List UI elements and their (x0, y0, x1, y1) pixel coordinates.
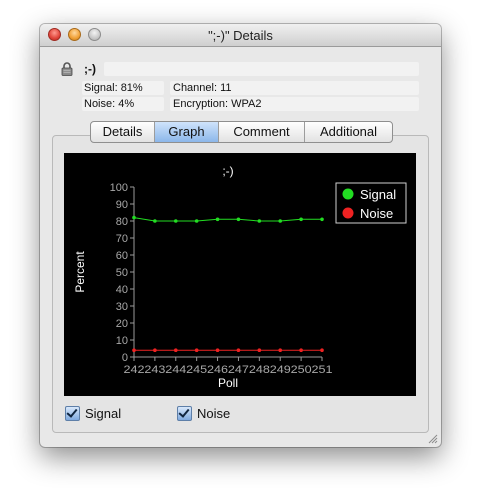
y-tick-label: 50 (116, 267, 128, 279)
y-tick-label: 20 (116, 318, 128, 330)
noise-data-point (299, 348, 303, 352)
noise-data-point (320, 348, 324, 352)
signal-checkbox[interactable]: Signal (65, 406, 121, 421)
noise-data-point (173, 348, 178, 352)
x-tick-label: 244 (165, 364, 186, 376)
y-tick-label: 90 (116, 199, 128, 211)
signal-data-point (173, 219, 178, 223)
signal-checkbox-label: Signal (85, 406, 122, 421)
y-tick-label: 40 (116, 284, 128, 296)
x-tick-label: 251 (312, 364, 333, 376)
tab-graph[interactable]: Graph (155, 122, 219, 142)
window-title: ";-)" Details (208, 28, 273, 43)
noise-checkbox[interactable]: Noise (177, 406, 230, 421)
tab-details[interactable]: Details (91, 122, 155, 142)
x-tick-label: 247 (228, 364, 249, 376)
lock-icon (61, 62, 73, 76)
signal-data-point (215, 217, 220, 222)
noise-checkbox-label: Noise (197, 406, 231, 421)
signal-data-point (257, 219, 262, 223)
signal-data-point (153, 219, 157, 223)
tab-comment[interactable]: Comment (219, 122, 305, 142)
signal-data-point (236, 217, 241, 222)
encryption-value: Encryption: WPA2 (173, 98, 262, 110)
details-window: ";-)" Details ;-) Signal: 81% Channel: 1… (40, 24, 441, 447)
x-axis-label: Poll (218, 376, 238, 390)
y-tick-label: 100 (110, 182, 128, 194)
network-name-field (104, 62, 419, 76)
channel-value: Channel: 11 (173, 82, 232, 94)
noise-checkbox-box[interactable] (177, 406, 192, 421)
signal-legend-marker (342, 188, 354, 200)
x-tick-label: 250 (291, 364, 312, 376)
y-tick-label: 30 (116, 301, 128, 313)
x-tick-label: 248 (249, 364, 270, 376)
signal-data-point (299, 217, 303, 222)
tab-bar: Details Graph Comment Additional (90, 121, 393, 143)
x-tick-label: 246 (207, 364, 228, 376)
noise-legend-marker (342, 207, 354, 219)
noise-data-point (215, 348, 220, 352)
y-tick-label: 60 (116, 250, 128, 262)
signal-data-point (194, 219, 199, 223)
y-axis-label: Percent (73, 251, 87, 293)
signal-checkbox-box[interactable] (65, 406, 80, 421)
y-tick-label: 70 (116, 233, 128, 245)
signal-data-point (132, 215, 136, 220)
noise-value: Noise: 4% (84, 98, 135, 110)
noise-data-point (194, 348, 199, 352)
signal-data-point (278, 219, 283, 223)
network-name: ;-) (84, 62, 96, 76)
noise-data-point (278, 348, 283, 352)
noise-data-point (132, 348, 136, 352)
x-tick-label: 242 (124, 364, 145, 376)
tab-additional[interactable]: Additional (305, 122, 392, 142)
chart-title: ;-) (222, 164, 233, 178)
noise-data-point (236, 348, 241, 352)
x-tick-label: 249 (270, 364, 291, 376)
resize-grip-icon[interactable] (428, 434, 438, 444)
y-tick-label: 80 (116, 216, 128, 228)
y-tick-label: 0 (122, 352, 128, 364)
signal-data-point (320, 217, 324, 222)
noise-data-point (153, 348, 157, 352)
signal-noise-chart: ;-) 0 10 20 30 40 50 60 70 80 90 100 242 243 244 245 246… (64, 153, 416, 396)
noise-data-point (257, 348, 262, 352)
signal-value: Signal: 81% (84, 82, 143, 94)
noise-legend-label: Noise (360, 206, 393, 221)
x-tick-label: 245 (186, 364, 207, 376)
title-bar[interactable]: ";-)" Details (40, 24, 441, 47)
y-tick-label: 10 (116, 335, 128, 347)
chart-svg: ;-) 0 10 20 30 40 50 60 70 80 90 100 242 243 244 245 246… (73, 164, 407, 390)
signal-series-line (133, 217, 322, 222)
x-tick-label: 243 (144, 364, 165, 376)
signal-legend-label: Signal (360, 187, 396, 202)
